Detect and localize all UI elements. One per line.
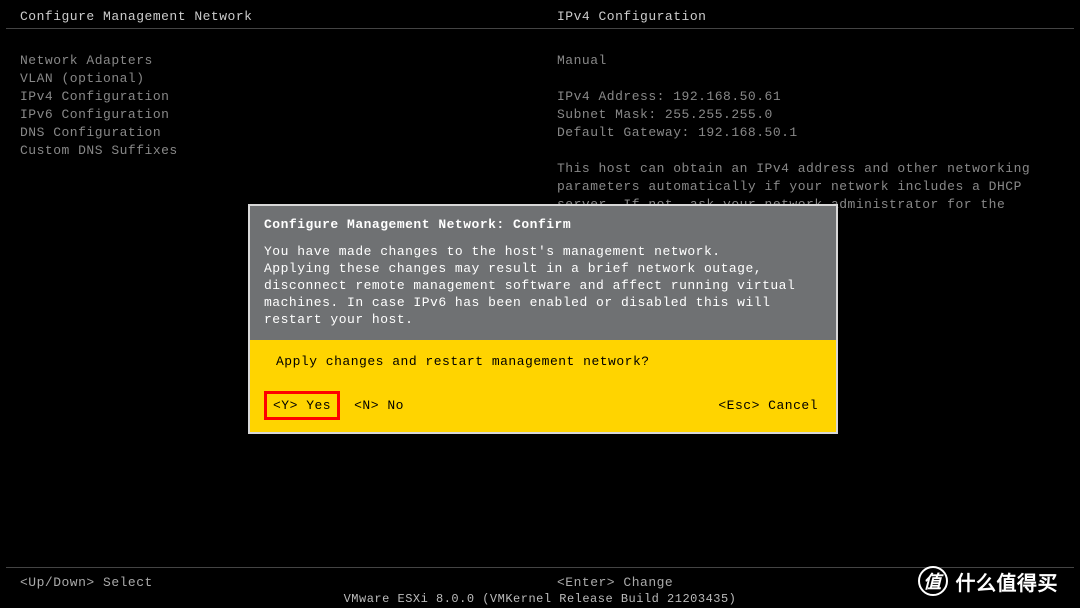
footer-hint-right: <Enter> Change: [557, 575, 673, 590]
menu-item-ipv4[interactable]: IPv4 Configuration: [20, 88, 178, 106]
yes-button[interactable]: <Y> Yes: [264, 391, 340, 420]
cancel-button[interactable]: <Esc> Cancel: [712, 394, 822, 417]
page-title-left: Configure Management Network: [20, 9, 252, 24]
watermark: 值 什么值得买: [918, 566, 1059, 596]
header-separator: [6, 28, 1074, 29]
footer-hint-left: <Up/Down> Select: [20, 575, 153, 590]
menu-item-dns-suffixes[interactable]: Custom DNS Suffixes: [20, 142, 178, 160]
footer-separator: [6, 567, 1074, 568]
dialog-question: Apply changes and restart management net…: [276, 354, 822, 369]
page-title-right: IPv4 Configuration: [557, 9, 706, 24]
watermark-text: 什么值得买: [956, 567, 1059, 596]
watermark-icon: 值: [918, 566, 948, 596]
no-button[interactable]: <N> No: [348, 394, 410, 417]
info-mode: Manual: [557, 52, 1060, 70]
info-ipv4: IPv4 Address: 192.168.50.61: [557, 88, 1060, 106]
menu-item-network-adapters[interactable]: Network Adapters: [20, 52, 178, 70]
menu-item-ipv6[interactable]: IPv6 Configuration: [20, 106, 178, 124]
confirm-dialog: Configure Management Network: Confirm Yo…: [248, 204, 838, 434]
dialog-body: You have made changes to the host's mana…: [264, 243, 822, 328]
info-mask: Subnet Mask: 255.255.255.0: [557, 106, 1060, 124]
menu-item-dns[interactable]: DNS Configuration: [20, 124, 178, 142]
menu-item-vlan[interactable]: VLAN (optional): [20, 70, 178, 88]
sidebar-menu: Network Adapters VLAN (optional) IPv4 Co…: [20, 52, 178, 160]
info-gateway: Default Gateway: 192.168.50.1: [557, 124, 1060, 142]
dialog-title: Configure Management Network: Confirm: [264, 216, 822, 233]
